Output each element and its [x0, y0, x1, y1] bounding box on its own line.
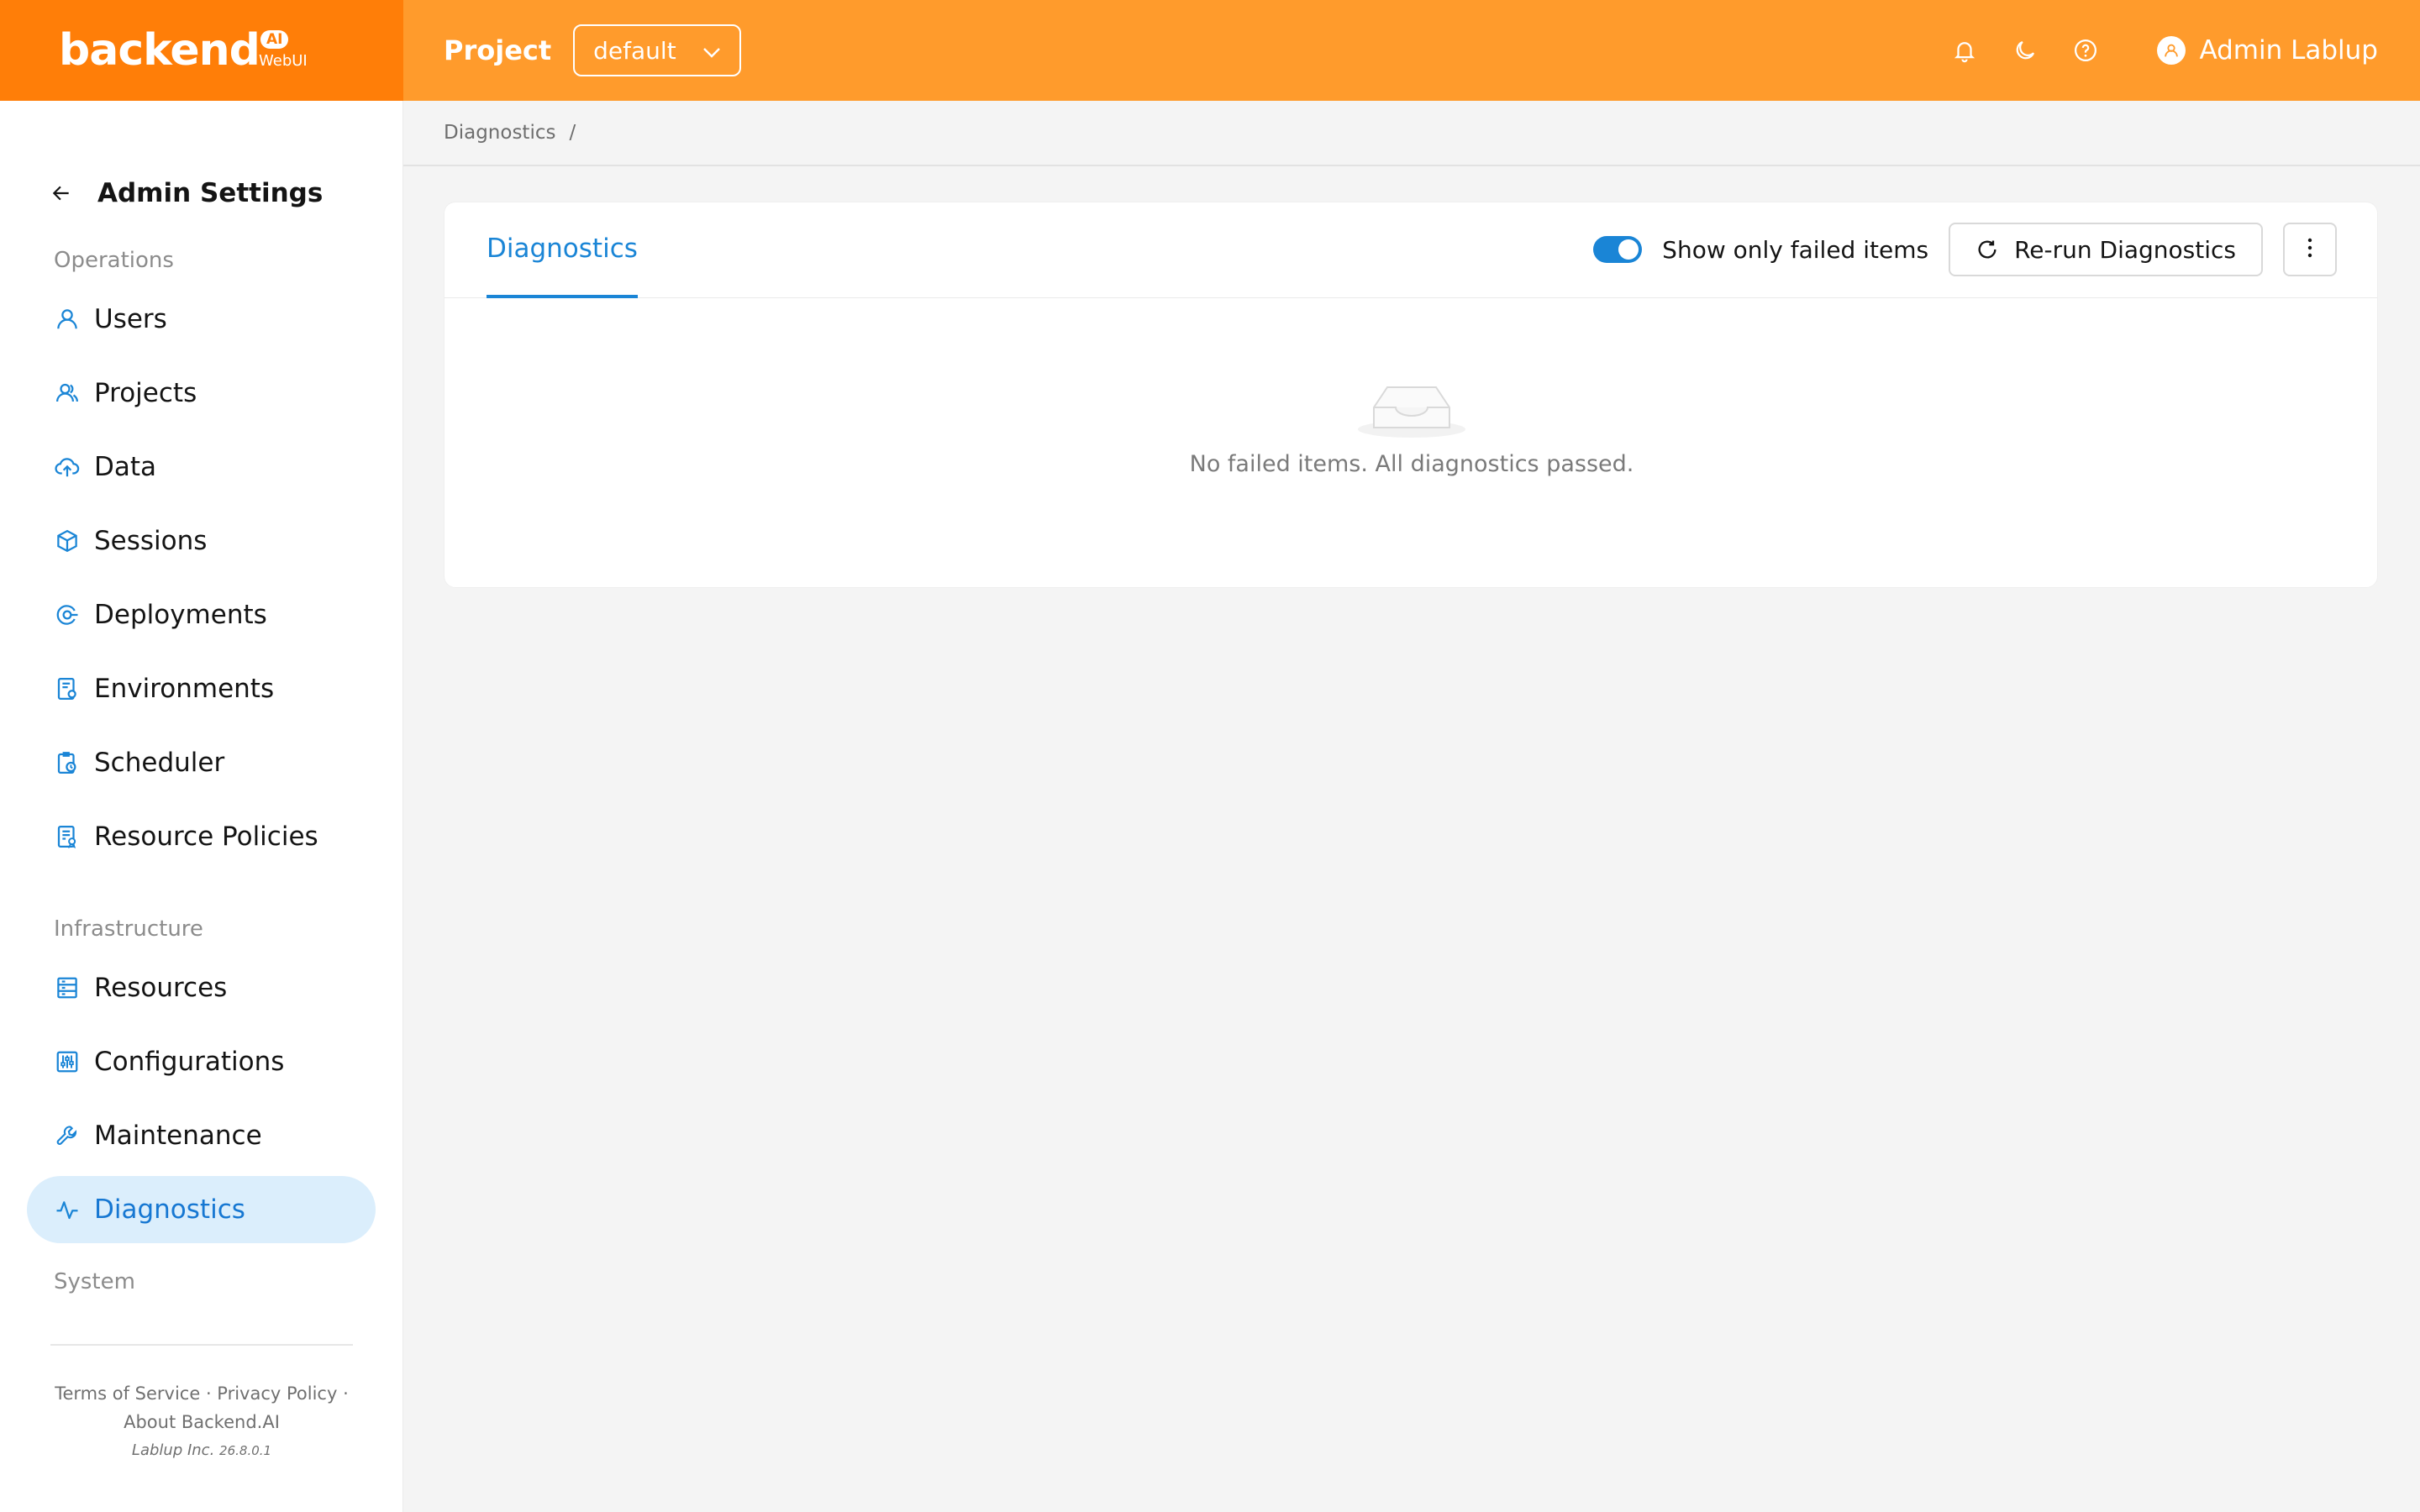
failed-only-toggle[interactable] [1593, 236, 1643, 263]
user-name: Admin Lablup [2199, 35, 2378, 66]
footer-about-link[interactable]: About Backend.AI [50, 1408, 353, 1436]
help-icon[interactable] [2071, 36, 2100, 65]
back-arrow-icon[interactable] [50, 181, 76, 206]
sidebar-footer: Terms of Service · Privacy Policy · Abou… [50, 1344, 353, 1465]
pulse-icon [54, 1196, 81, 1223]
sidebar-item-label: Maintenance [94, 1121, 262, 1151]
empty-inbox-icon [1357, 369, 1466, 439]
sidebar-item-resource-policies[interactable]: Resource Policies [27, 803, 376, 870]
team-icon [54, 380, 81, 407]
sidebar-title: Admin Settings [97, 178, 324, 208]
card-actions: Show only failed items Re-run Diagnostic… [1593, 223, 2337, 276]
tab-label: Diagnostics [487, 234, 638, 264]
logo-text: backend [59, 25, 260, 76]
footer-company: Lablup Inc. 26.8.0.1 [50, 1436, 353, 1465]
deploy-icon [54, 601, 81, 628]
sidebar-item-environments[interactable]: Environments [27, 655, 376, 722]
chevron-down-icon [702, 37, 721, 65]
sidebar-item-label: Users [94, 304, 167, 334]
sidebar-item-data[interactable]: Data [27, 433, 376, 501]
sidebar-header: Admin Settings [0, 151, 402, 235]
sidebar-item-label: Sessions [94, 526, 208, 556]
server-icon [54, 974, 81, 1001]
empty-state: No failed items. All diagnostics passed. [445, 298, 2379, 589]
section-label-system: System [54, 1269, 135, 1294]
diagnostics-card: Diagnostics Show only failed items Re-ru… [444, 202, 2378, 588]
sidebar-item-diagnostics[interactable]: Diagnostics [27, 1176, 376, 1243]
reload-icon [1975, 237, 2001, 262]
scheduler-icon [54, 749, 81, 776]
sidebar-item-label: Resource Policies [94, 822, 318, 852]
breadcrumb-item[interactable]: Diagnostics [444, 122, 555, 144]
logo-subtitle: WebUI [259, 52, 308, 70]
user-icon [54, 306, 81, 333]
user-menu[interactable]: Admin Lablup [2157, 35, 2378, 66]
top-header: backend AI WebUI Project default Admin L… [0, 0, 2420, 101]
sidebar-item-scheduler[interactable]: Scheduler [27, 729, 376, 796]
sidebar: Admin Settings Operations Users Projects… [0, 101, 403, 1512]
rerun-diagnostics-button[interactable]: Re-run Diagnostics [1949, 223, 2263, 276]
sidebar-item-deployments[interactable]: Deployments [27, 581, 376, 648]
sidebar-item-sessions[interactable]: Sessions [27, 507, 376, 575]
environment-icon [54, 675, 81, 702]
project-select-value: default [593, 36, 676, 65]
card-header: Diagnostics Show only failed items Re-ru… [445, 202, 2377, 298]
more-options-button[interactable] [2283, 223, 2337, 276]
section-label-infrastructure: Infrastructure [54, 916, 203, 942]
breadcrumb: Diagnostics / [403, 101, 2420, 166]
version-number: 26.8.0.1 [219, 1443, 272, 1458]
sidebar-item-label: Deployments [94, 600, 267, 630]
sidebar-item-configurations[interactable]: Configurations [27, 1028, 376, 1095]
sidebar-item-resources[interactable]: Resources [27, 954, 376, 1021]
sidebar-item-label: Diagnostics [94, 1194, 245, 1225]
bell-icon[interactable] [1950, 36, 1979, 65]
section-label-operations: Operations [54, 248, 174, 273]
sidebar-item-maintenance[interactable]: Maintenance [27, 1102, 376, 1169]
user-icon [2157, 36, 2186, 65]
sidebar-item-label: Projects [94, 378, 197, 408]
sidebar-item-label: Configurations [94, 1047, 285, 1077]
toggle-label: Show only failed items [1662, 235, 1929, 264]
logo[interactable]: backend AI WebUI [0, 0, 403, 101]
empty-state-text: No failed items. All diagnostics passed. [1189, 451, 1634, 477]
cube-icon [54, 528, 81, 554]
policy-icon [54, 823, 81, 850]
company-name: Lablup Inc. [131, 1441, 215, 1459]
sidebar-item-label: Resources [94, 973, 228, 1003]
tab-diagnostics[interactable]: Diagnostics [487, 202, 638, 298]
rerun-label: Re-run Diagnostics [2014, 235, 2236, 264]
more-vertical-icon [2307, 237, 2313, 262]
moon-icon[interactable] [2011, 36, 2039, 65]
logo-badge: AI [260, 30, 289, 49]
sidebar-item-label: Environments [94, 674, 275, 704]
project-label: Project [444, 34, 552, 66]
sidebar-item-users[interactable]: Users [27, 286, 376, 353]
sliders-icon [54, 1048, 81, 1075]
wrench-icon [54, 1122, 81, 1149]
sidebar-item-label: Data [94, 452, 157, 482]
cloud-upload-icon [54, 454, 81, 480]
breadcrumb-separator: / [569, 122, 576, 144]
sidebar-item-label: Scheduler [94, 748, 225, 778]
sidebar-item-projects[interactable]: Projects [27, 360, 376, 427]
project-select[interactable]: default [573, 24, 742, 76]
footer-links[interactable]: Terms of Service · Privacy Policy · [50, 1379, 353, 1408]
